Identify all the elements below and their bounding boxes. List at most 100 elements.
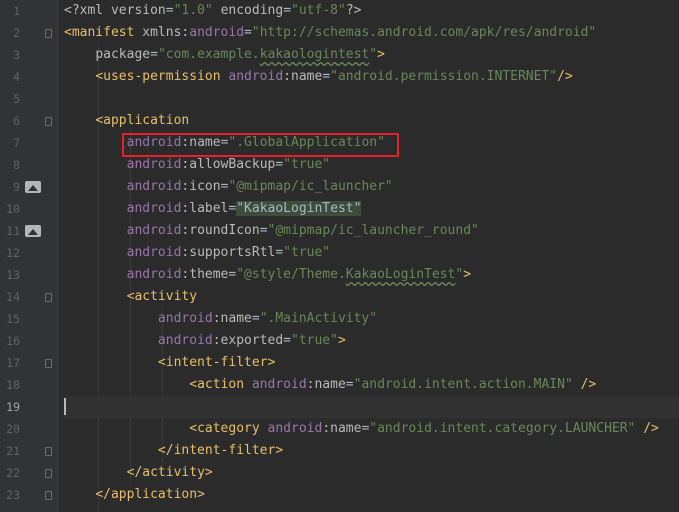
line-number: 14 <box>6 290 20 304</box>
code-line-4[interactable]: <uses-permission android:name="android.p… <box>64 66 679 88</box>
token: "@style/Theme. <box>236 267 346 282</box>
token: supportsRtl <box>189 245 276 260</box>
line-number: 3 <box>13 48 20 62</box>
token: ".MainActivity" <box>259 311 378 326</box>
token: label <box>189 201 229 216</box>
line-number: 22 <box>6 466 20 480</box>
code-editor[interactable]: 1 2 3 4 5 6 7 8 9 10 11 12 13 14 15 16 1… <box>0 0 679 512</box>
code-line-1[interactable]: <?xml version="1.0" encoding="utf-8"?> <box>64 0 679 22</box>
token: encoding <box>220 3 284 18</box>
code-line-23[interactable]: </application> <box>64 484 679 506</box>
code-line-6[interactable]: <application <box>64 110 679 132</box>
code-line-5[interactable] <box>64 88 679 110</box>
line-number: 16 <box>6 334 20 348</box>
token: android <box>189 25 245 40</box>
token: = <box>275 245 284 260</box>
code-line-9[interactable]: android:icon="@mipmap/ic_launcher" <box>64 176 679 198</box>
fold-toggle-icon[interactable] <box>45 491 52 500</box>
line-number: 13 <box>6 268 20 282</box>
code-line-19-current[interactable] <box>64 396 679 418</box>
token: theme <box>189 267 229 282</box>
line-number: 20 <box>6 422 20 436</box>
token: exported <box>220 333 284 348</box>
token: "utf-8" <box>291 3 346 18</box>
code-line-13[interactable]: android:theme="@style/Theme.KakaoLoginTe… <box>64 264 679 286</box>
token: > <box>337 333 346 348</box>
token: android <box>157 333 213 348</box>
token: </ <box>95 487 111 502</box>
highlight-annotation-box <box>122 133 399 157</box>
code-line-22[interactable]: </activity> <box>64 462 679 484</box>
token: manifest <box>71 25 135 40</box>
token: = <box>283 333 291 348</box>
code-line-20[interactable]: <category android:name="android.intent.c… <box>64 418 679 440</box>
token: /> <box>643 421 659 436</box>
fold-toggle-icon[interactable] <box>45 359 52 368</box>
token: = <box>165 3 174 18</box>
fold-toggle-icon[interactable] <box>45 293 52 302</box>
token: KakaoLoginTest <box>345 267 456 282</box>
token: "true" <box>291 333 338 348</box>
fold-toggle-icon[interactable] <box>45 469 52 478</box>
token: name <box>314 377 346 392</box>
token: " <box>369 47 378 62</box>
token: < <box>189 377 198 392</box>
token: "true" <box>283 157 331 172</box>
token: < <box>95 113 104 128</box>
fold-toggle-icon[interactable] <box>45 117 52 126</box>
gutter-separator <box>57 0 58 512</box>
token: = <box>283 3 292 18</box>
line-number: 6 <box>13 114 20 128</box>
fold-toggle-icon[interactable] <box>45 447 52 456</box>
token: > <box>463 267 472 282</box>
token: > <box>377 47 385 62</box>
line-number: 9 <box>13 180 20 194</box>
token: > <box>197 487 205 502</box>
code-line-10[interactable]: android:label="KakaoLoginTest" <box>64 198 679 220</box>
token: = <box>251 311 260 326</box>
token: intent-filter <box>173 443 276 458</box>
token: android <box>267 421 323 436</box>
image-icon[interactable] <box>25 181 41 193</box>
line-number: 18 <box>6 378 20 392</box>
line-number: 21 <box>6 444 20 458</box>
token: android <box>126 201 182 216</box>
code-line-16[interactable]: android:exported="true"> <box>64 330 679 352</box>
text-caret <box>64 398 66 415</box>
fold-toggle-icon[interactable] <box>45 29 52 38</box>
token: activity <box>134 289 198 304</box>
line-number-current: 19 <box>6 400 20 414</box>
line-number: 12 <box>6 246 20 260</box>
token: category <box>197 421 260 436</box>
token: uses-permission <box>103 69 221 84</box>
line-number: 5 <box>13 92 20 106</box>
token: = <box>345 377 354 392</box>
code-line-17[interactable]: <intent-filter> <box>64 352 679 374</box>
token: "android.intent.action.MAIN" <box>353 377 573 392</box>
token: allowBackup <box>189 157 276 172</box>
token: kakaologintest <box>259 47 370 62</box>
code-line-3[interactable]: package="com.example.kakaologintest"> <box>64 44 679 66</box>
token: </ <box>126 465 143 480</box>
code-line-8[interactable]: android:allowBackup="true" <box>64 154 679 176</box>
token: "true" <box>283 245 331 260</box>
token: application <box>103 113 190 128</box>
token: android <box>157 311 213 326</box>
token: > <box>204 465 213 480</box>
token: intent-filter <box>165 355 268 370</box>
token: /> <box>580 377 597 392</box>
code-line-15[interactable]: android:name=".MainActivity" <box>64 308 679 330</box>
code-line-18[interactable]: <action android:name="android.intent.act… <box>64 374 679 396</box>
code-line-2[interactable]: <manifest xmlns:android="http://schemas.… <box>64 22 679 44</box>
token: android <box>228 69 284 84</box>
image-icon[interactable] <box>25 225 41 237</box>
code-line-14[interactable]: <activity <box>64 286 679 308</box>
code-line-12[interactable]: android:supportsRtl="true" <box>64 242 679 264</box>
code-line-21[interactable]: </intent-filter> <box>64 440 679 462</box>
token: android <box>126 157 182 172</box>
token: = <box>259 223 268 238</box>
token: name <box>330 421 362 436</box>
code-line-11[interactable]: android:roundIcon="@mipmap/ic_launcher_r… <box>64 220 679 242</box>
line-number: 8 <box>13 158 20 172</box>
token: package <box>95 47 151 62</box>
